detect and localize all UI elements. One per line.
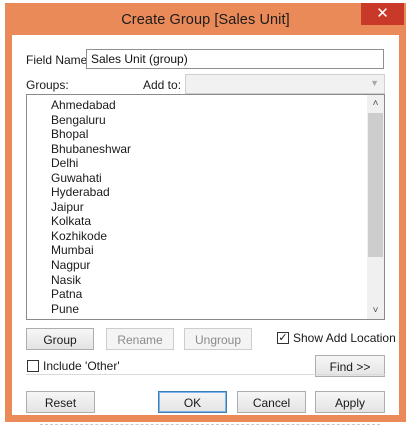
chevron-down-icon: ▼ (370, 78, 379, 88)
create-group-dialog: Create Group [Sales Unit] ✕ Field Name: … (5, 3, 406, 422)
apply-button[interactable]: Apply (315, 391, 385, 413)
list-item[interactable]: Kolkata (51, 214, 131, 229)
list-item[interactable]: Hyderabad (51, 185, 131, 200)
ok-button[interactable]: OK (158, 391, 227, 413)
check-icon: ✓ (278, 332, 288, 344)
list-item[interactable]: Jaipur (51, 200, 131, 215)
reset-button[interactable]: Reset (26, 391, 95, 413)
show-add-location-checkbox[interactable]: ✓ (277, 332, 289, 344)
group-members-list[interactable]: Ahmedabad Bengaluru Bhopal Bhubaneshwar … (26, 94, 385, 320)
background-divider (40, 424, 380, 425)
list-item[interactable]: Nasik (51, 273, 131, 288)
list-item[interactable]: Patna (51, 287, 131, 302)
list-item[interactable]: Bhopal (51, 127, 131, 142)
add-to-dropdown[interactable]: ▼ (185, 74, 385, 94)
field-name-label: Field Name: (26, 53, 91, 67)
close-button[interactable]: ✕ (361, 3, 404, 25)
show-add-location-label: Show Add Location (293, 331, 396, 345)
list-item[interactable]: Delhi (51, 156, 131, 171)
cancel-button[interactable]: Cancel (237, 391, 306, 413)
list-item[interactable]: Mumbai (51, 243, 131, 258)
dialog-body: Field Name: Groups: Add to: ▼ Ahmedabad … (12, 35, 399, 415)
rename-button[interactable]: Rename (106, 328, 174, 350)
list-item[interactable]: Guwahati (51, 171, 131, 186)
list-items: Ahmedabad Bengaluru Bhopal Bhubaneshwar … (51, 98, 131, 316)
add-to-label: Add to: (143, 78, 182, 92)
field-name-input[interactable] (86, 49, 384, 69)
scrollbar-thumb[interactable] (368, 113, 383, 257)
chevron-down-icon: ˅ (372, 305, 379, 316)
group-button[interactable]: Group (26, 328, 94, 350)
scroll-down-button[interactable]: ˅ (367, 302, 384, 319)
ungroup-button[interactable]: Ungroup (184, 328, 252, 350)
separator (26, 374, 385, 375)
list-item[interactable]: Pune (51, 302, 131, 317)
scroll-up-button[interactable]: ˄ (367, 95, 384, 112)
title-bar[interactable]: Create Group [Sales Unit] ✕ (5, 3, 406, 35)
groups-label: Groups: (26, 78, 69, 92)
include-other-checkbox[interactable] (27, 360, 39, 372)
list-item[interactable]: Bhubaneshwar (51, 142, 131, 157)
vertical-scrollbar[interactable]: ˄ ˅ (367, 95, 384, 319)
dialog-title: Create Group [Sales Unit] (121, 12, 290, 28)
include-other-label: Include 'Other' (43, 359, 120, 373)
chevron-up-icon: ˄ (372, 98, 379, 109)
list-item[interactable]: Ahmedabad (51, 98, 131, 113)
close-icon: ✕ (376, 5, 389, 22)
list-item[interactable]: Bengaluru (51, 113, 131, 128)
list-item[interactable]: Kozhikode (51, 229, 131, 244)
list-item[interactable]: Nagpur (51, 258, 131, 273)
